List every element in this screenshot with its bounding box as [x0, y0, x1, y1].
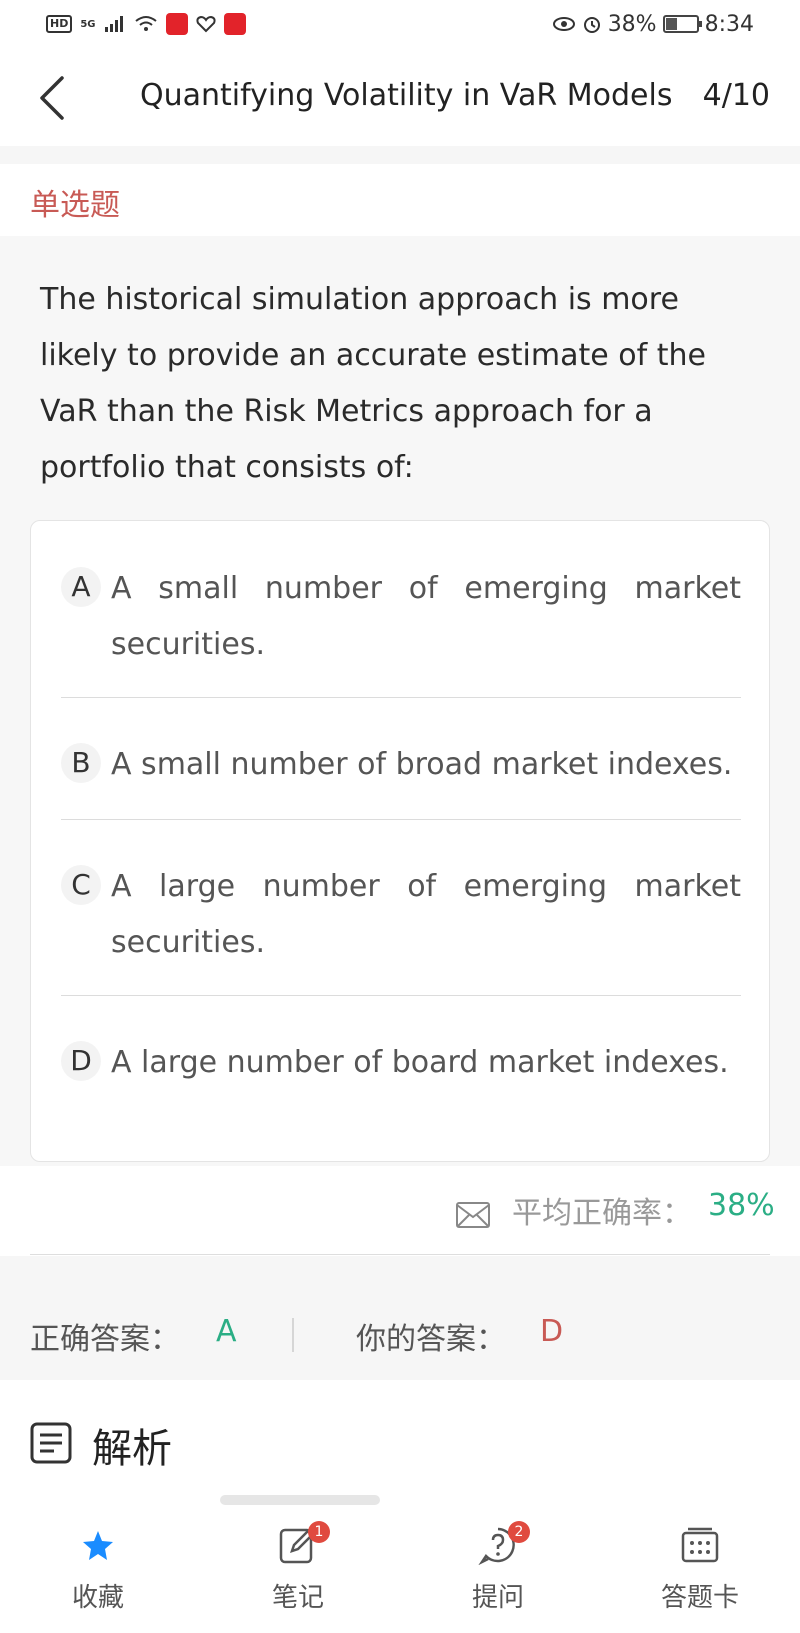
page-title: Quantifying Volatility in VaR Models: [140, 78, 673, 113]
tab-label: 答题卡: [660, 1583, 739, 1613]
your-answer-label: 你的答案：: [356, 1322, 506, 1357]
answer-separator: [292, 1318, 294, 1352]
option-divider: [61, 697, 741, 698]
options-card: A A small number of emerging market secu…: [30, 520, 770, 1162]
header: Quantifying Volatility in VaR Models 4/1…: [0, 48, 800, 146]
hd-indicator: HD: [46, 15, 73, 33]
option-letter: D: [61, 1041, 101, 1081]
notes-badge: 1: [308, 1521, 330, 1543]
ask-badge: 2: [508, 1521, 530, 1543]
tab-label: 笔记: [271, 1583, 324, 1613]
correct-answer-value: A: [216, 1314, 237, 1349]
your-answer-value: D: [540, 1314, 564, 1349]
heart-icon: [195, 15, 216, 33]
tab-label: 提问: [471, 1583, 524, 1613]
signal-icon: [104, 16, 123, 32]
answer-row: 正确答案： A 你的答案： D: [0, 1256, 800, 1380]
mail-icon[interactable]: [456, 1200, 490, 1228]
back-button[interactable]: [38, 74, 78, 122]
option-letter: A: [61, 567, 101, 607]
option-divider: [61, 995, 741, 996]
tab-label: 收藏: [71, 1583, 124, 1613]
analysis-section: 解析: [0, 1380, 800, 1490]
chevron-left-icon: [40, 76, 64, 120]
tab-answer-card[interactable]: 答题卡: [640, 1525, 760, 1625]
answer-card-icon: [681, 1527, 719, 1563]
document-icon: [30, 1422, 72, 1464]
question-type: 单选题: [0, 164, 800, 236]
battery-percent: 38%: [607, 11, 657, 37]
wifi-icon: [134, 16, 157, 31]
app-notification-icon-2: [223, 13, 246, 35]
tab-notes[interactable]: 1 笔记: [238, 1521, 358, 1625]
battery-icon: [662, 15, 702, 33]
option-text: A large number of board market indexes.: [111, 1045, 729, 1080]
star-icon: [83, 1531, 113, 1560]
bottom-tab-bar: 收藏 1 笔记 2 提问 答题卡: [0, 1505, 800, 1633]
divider: [0, 146, 800, 164]
option-letter: C: [61, 865, 101, 905]
page-counter: 4/10: [702, 78, 770, 113]
status-right: 38% 8:34: [552, 10, 754, 38]
eye-icon: [552, 17, 575, 31]
option-text: A small number of broad market indexes.: [111, 747, 733, 782]
correct-answer-label: 正确答案：: [30, 1322, 180, 1357]
option-letter: B: [61, 743, 101, 783]
network-indicator: 5G: [80, 18, 96, 30]
question-type-label: 单选题: [30, 188, 120, 223]
question-area: The historical simulation approach is mo…: [0, 236, 800, 1166]
divider: [30, 1254, 770, 1255]
status-left: HD 5G: [46, 12, 246, 36]
drag-handle[interactable]: [220, 1495, 380, 1505]
option-divider: [61, 819, 741, 820]
option-text: A large number of emerging market securi…: [111, 869, 741, 960]
app-notification-icon: [165, 13, 188, 35]
accuracy-row: 平均正确率： 38%: [0, 1166, 800, 1256]
avg-accuracy-label: 平均正确率：: [512, 1196, 692, 1231]
option-text: A small number of emerging market securi…: [111, 571, 741, 662]
clock: 8:34: [704, 11, 754, 37]
tab-ask[interactable]: 2 提问: [438, 1521, 558, 1625]
question-text: The historical simulation approach is mo…: [40, 282, 706, 485]
avg-accuracy-value: 38%: [708, 1188, 775, 1223]
alarm-icon: [583, 17, 600, 33]
status-bar: HD 5G 38% 8:34: [0, 0, 800, 48]
analysis-title: 解析: [92, 1426, 172, 1472]
tab-favorite[interactable]: 收藏: [38, 1525, 158, 1625]
